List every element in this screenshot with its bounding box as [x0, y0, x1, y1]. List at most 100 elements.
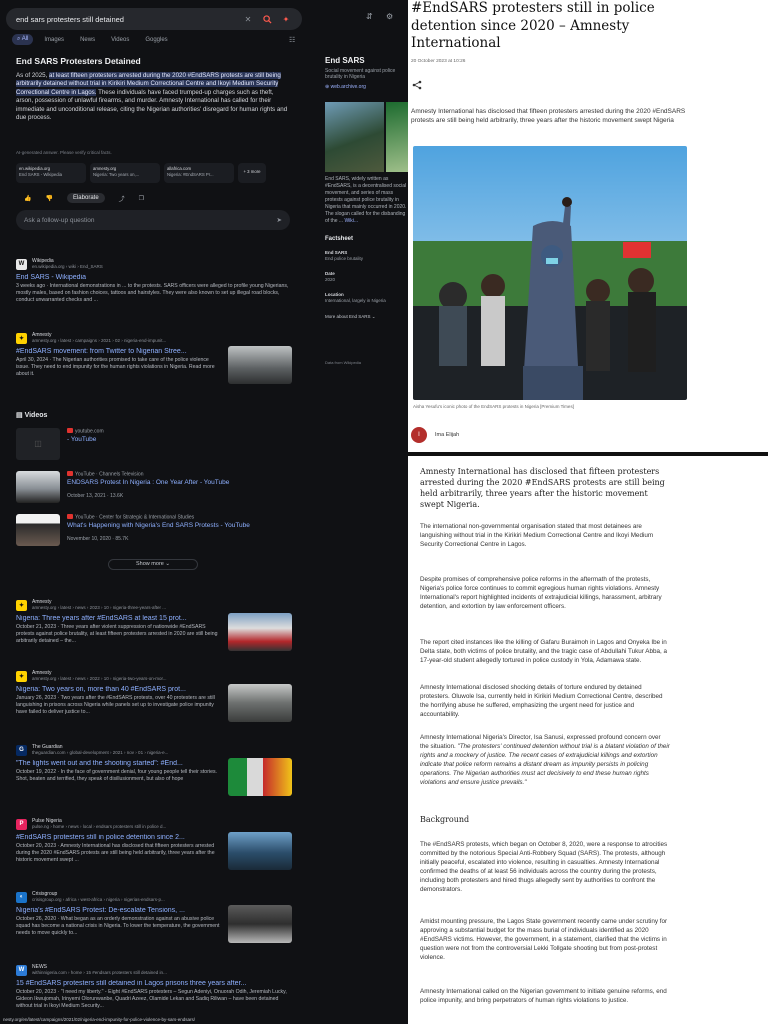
- result-thumbnail[interactable]: [228, 684, 292, 722]
- result-thumbnail[interactable]: [228, 832, 292, 870]
- result-title-link[interactable]: #EndSARS movement: from Twitter to Niger…: [16, 348, 220, 355]
- video-title[interactable]: - YouTube: [67, 436, 292, 444]
- result-thumbnail[interactable]: [228, 613, 292, 651]
- elaborate-button[interactable]: Elaborate: [66, 193, 105, 203]
- kp-link[interactable]: ⊕ web.archive.org: [325, 84, 408, 90]
- result-amnesty: ✦ Amnesty amnesty.org › latest › campaign…: [16, 330, 292, 384]
- search-tabs: ⌕ All Images News Videos Goggles: [12, 34, 173, 45]
- video-title[interactable]: ENDSARS Protest In Nigeria : One Year Af…: [67, 479, 292, 487]
- ai-answer-text: As of 2025, at least fifteen protesters …: [16, 72, 288, 122]
- filter-icon[interactable]: ⇵: [366, 12, 373, 21]
- thumbs-down-icon[interactable]: 👎: [45, 195, 52, 202]
- result-snippet: 3 weeks ago · International demonstratio…: [16, 283, 289, 304]
- kp-images[interactable]: [325, 102, 408, 172]
- kp-image[interactable]: [386, 102, 408, 172]
- result-title-link[interactable]: Nigeria: Three years after #EndSARS at l…: [16, 615, 220, 622]
- source-card[interactable]: en.wikipedia.org End SARS - Wikipedia: [16, 163, 86, 183]
- search-bar[interactable]: end sars protesters still detained ✕ ✦: [6, 8, 302, 30]
- quote-text: "The protesters' continued detention wit…: [420, 743, 670, 786]
- video-item[interactable]: ◫ youtube.com - YouTube: [16, 428, 292, 468]
- tab-videos[interactable]: Videos: [106, 35, 134, 45]
- ai-actions: 👍 👎 Elaborate ⤴ ❐: [24, 193, 144, 203]
- tab-images[interactable]: Images: [39, 35, 69, 45]
- settings-icon[interactable]: ⚙: [386, 12, 393, 21]
- search-icon[interactable]: [261, 13, 273, 25]
- article-divider: [408, 452, 768, 456]
- result-snippet: October 20, 2023 · "I need my liberty." …: [16, 989, 287, 1010]
- clear-icon[interactable]: ✕: [242, 13, 254, 25]
- kp-subtitle: Social movement against police brutality…: [325, 68, 396, 80]
- result-snippet: October 21, 2023 · Three years after vio…: [16, 624, 218, 645]
- search-input[interactable]: end sars protesters still detained: [16, 15, 235, 24]
- kp-more-button[interactable]: More about End SARS ⌄: [325, 314, 376, 320]
- author-byline[interactable]: I Ima Elijah: [411, 427, 459, 443]
- source-card[interactable]: amnesty.org Nigeria: Two years on,...: [90, 163, 160, 183]
- video-thumbnail[interactable]: [16, 471, 60, 503]
- ai-answer-title: End SARS Protesters Detained: [16, 56, 141, 66]
- result-title-link[interactable]: #EndSARS protesters still in police dete…: [16, 834, 220, 841]
- videos-heading: ▤ Videos: [16, 412, 48, 419]
- result-title-link[interactable]: 15 #EndSARS protesters still detained in…: [16, 980, 292, 987]
- youtube-icon: [67, 471, 73, 476]
- crisisgroup-icon: ◐: [16, 891, 27, 903]
- knowledge-panel-header: End SARS Social movement against police …: [325, 56, 408, 90]
- result-title-link[interactable]: End SARS - Wikipedia: [16, 274, 292, 281]
- youtube-icon: [67, 428, 73, 433]
- result-crisisgroup: ◐ Crisisgroup crisisgroup.org › africa › …: [16, 889, 292, 943]
- send-icon[interactable]: ➤: [277, 216, 282, 224]
- video-thumbnail[interactable]: [16, 514, 60, 546]
- result-thumbnail[interactable]: [228, 905, 292, 943]
- result-title-link[interactable]: "The lights went out and the shooting st…: [16, 760, 220, 767]
- amnesty-icon: ✦: [16, 599, 27, 611]
- tab-all[interactable]: ⌕ All: [12, 34, 34, 45]
- search-results-pane: end sars protesters still detained ✕ ✦ ⇵…: [0, 0, 408, 1024]
- ai-sources: en.wikipedia.org End SARS - Wikipedia amn…: [16, 163, 266, 183]
- youtube-icon: [67, 514, 73, 519]
- result-thumbnail[interactable]: [228, 758, 292, 796]
- show-more-videos-button[interactable]: Show more ⌄: [108, 559, 198, 570]
- article-paragraph: Despite promises of comprehensive police…: [420, 576, 662, 610]
- ai-disclaimer: AI-generated answer. Please verify criti…: [16, 150, 112, 155]
- kp-image[interactable]: [325, 102, 384, 172]
- tune-icon[interactable]: ☷: [289, 36, 295, 44]
- article-paragraph: Amidst mounting pressure, the Lagos Stat…: [420, 918, 668, 961]
- article-paragraph: The #EndSARS protests, which began on Oc…: [420, 841, 668, 893]
- copy-icon[interactable]: ❐: [139, 195, 144, 202]
- video-thumbnail[interactable]: ◫: [16, 428, 60, 460]
- article-date: 20 October 2023 at 10:26: [411, 59, 466, 64]
- more-sources-button[interactable]: + 3 more: [238, 163, 266, 183]
- wikipedia-icon: W: [16, 258, 27, 270]
- result-snippet: October 20, 2023 · Amnesty International…: [16, 843, 215, 864]
- thumbs-up-icon[interactable]: 👍: [24, 195, 31, 202]
- video-title[interactable]: What's Happening with Nigeria's End SARS…: [67, 522, 292, 530]
- video-item[interactable]: YouTube · Center for Strategic & Interna…: [16, 514, 292, 554]
- kp-data-source: Data from Wikipedia: [325, 360, 362, 365]
- result-thumbnail[interactable]: [228, 346, 292, 384]
- assistant-icon[interactable]: ✦: [280, 13, 292, 25]
- kp-wiki-link[interactable]: Wiki...: [344, 218, 358, 224]
- factsheet-title: Factsheet: [325, 236, 354, 242]
- tab-goggles[interactable]: Goggles: [140, 35, 172, 45]
- section-heading: Background: [420, 815, 470, 824]
- share-icon[interactable]: [412, 80, 422, 90]
- article-lead: Amnesty International has disclosed that…: [411, 108, 686, 124]
- source-card[interactable]: allafrica.com Nigeria: #EndSARS Pr...: [164, 163, 234, 183]
- article-title: #EndSARS protesters still in police dete…: [411, 0, 655, 51]
- result-snippet: October 26, 2020 · What began as an orde…: [16, 916, 220, 937]
- amnesty-icon: ✦: [16, 670, 27, 682]
- video-item[interactable]: YouTube · Channels Television ENDSARS Pro…: [16, 471, 292, 511]
- result-wikipedia: W Wikipedia en.wikipedia.org › wiki › End…: [16, 256, 292, 305]
- author-avatar[interactable]: I: [411, 427, 427, 443]
- share-icon[interactable]: ⤴: [119, 194, 125, 203]
- followup-input[interactable]: Ask a follow-up question ➤: [16, 210, 290, 230]
- tab-news[interactable]: News: [75, 35, 100, 45]
- author-name[interactable]: Ima Elijah: [435, 432, 459, 438]
- result-snippet: January 26, 2023 · Two years after the #…: [16, 695, 215, 716]
- amnesty-icon: ✦: [16, 332, 27, 344]
- result-title-link[interactable]: Nigeria: Two years on, more than 40 #End…: [16, 686, 220, 693]
- pulse-icon: P: [16, 818, 27, 830]
- video-placeholder-icon: ◫: [34, 439, 42, 448]
- article-photo: [413, 146, 687, 400]
- article-paragraph: Amnesty International Nigeria's Director…: [420, 734, 670, 786]
- result-title-link[interactable]: Nigeria's #EndSARS Protest: De-escalate …: [16, 907, 220, 914]
